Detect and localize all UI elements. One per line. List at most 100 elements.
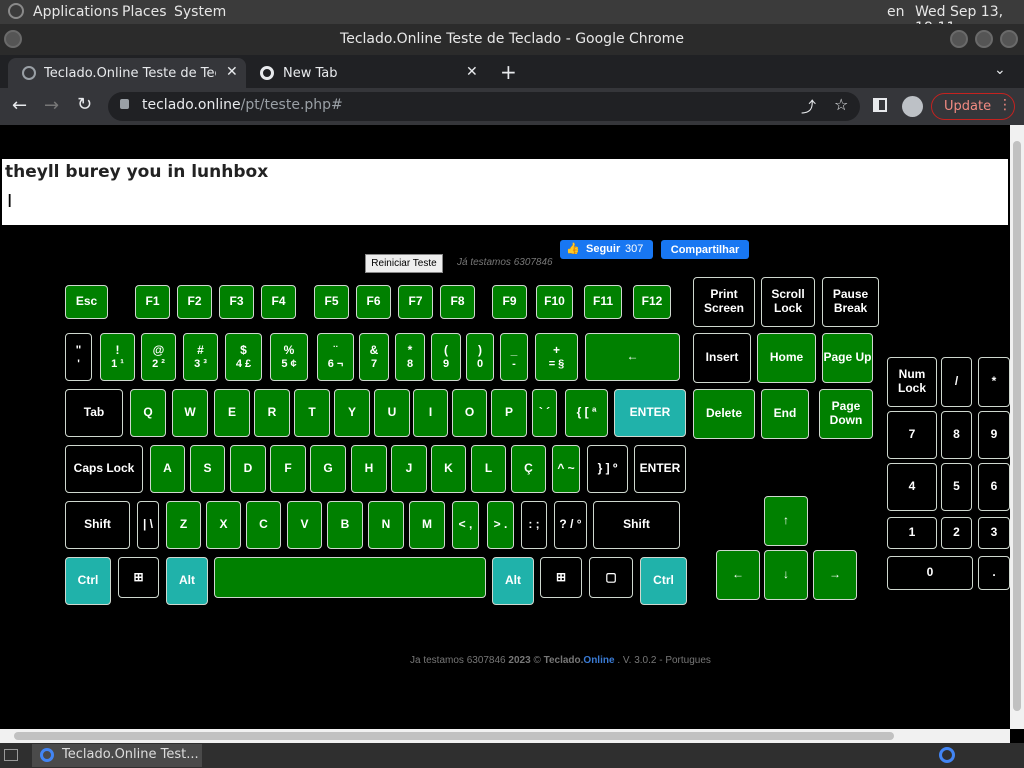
menu-system[interactable]: System: [174, 4, 226, 20]
key-arrow-up[interactable]: ↑: [764, 496, 808, 546]
vertical-scrollbar[interactable]: [1010, 125, 1024, 729]
key-nav-6[interactable]: Delete: [693, 389, 755, 439]
share-icon[interactable]: ⤴: [801, 96, 816, 117]
key-row3-4[interactable]: F: [270, 445, 306, 493]
close-icon[interactable]: ✕: [466, 64, 478, 80]
key-enter[interactable]: ENTER: [614, 389, 686, 437]
key-row2-10[interactable]: P: [491, 389, 527, 437]
close-icon[interactable]: ✕: [226, 64, 238, 80]
tab-teclado[interactable]: Teclado.Online Teste de Tecla ✕: [8, 58, 246, 88]
key-row3-7[interactable]: J: [391, 445, 427, 493]
side-panel-icon[interactable]: [873, 98, 887, 112]
key-numpad-2[interactable]: *: [978, 357, 1010, 407]
key-enter-2[interactable]: ENTER: [634, 445, 686, 493]
key-row2-2[interactable]: W: [172, 389, 208, 437]
key-numpad-8[interactable]: 6: [978, 463, 1010, 511]
key-f4[interactable]: F4: [261, 285, 296, 319]
key-numpad-12[interactable]: 0: [887, 556, 973, 590]
key-row1-6[interactable]: ¨ 6 ¬: [317, 333, 354, 381]
key-row4-8[interactable]: M: [409, 501, 445, 549]
key-row4-11[interactable]: : ;: [521, 501, 547, 549]
key-f8[interactable]: F8: [440, 285, 475, 319]
key-row3-8[interactable]: K: [431, 445, 466, 493]
key-ctrl-right[interactable]: Ctrl: [640, 557, 687, 605]
chevron-down-icon[interactable]: ⌄: [994, 62, 1006, 78]
taskbar-item-chrome[interactable]: Teclado.Online Test...: [32, 744, 202, 767]
tab-new-tab[interactable]: New Tab ✕: [248, 58, 486, 88]
new-tab-button[interactable]: +: [500, 60, 517, 84]
key-alt-left[interactable]: Alt: [166, 557, 208, 605]
minimize-button[interactable]: [950, 30, 968, 48]
key-numpad-1[interactable]: /: [941, 357, 972, 407]
key-row4-9[interactable]: < ,: [452, 501, 479, 549]
menu-places[interactable]: Places: [122, 4, 167, 20]
key-nav-3[interactable]: Insert: [693, 333, 751, 383]
menu-applications[interactable]: Applications: [33, 4, 119, 20]
key-nav-4[interactable]: Home: [757, 333, 816, 383]
close-window-button[interactable]: [1000, 30, 1018, 48]
key-row4-10[interactable]: > .: [487, 501, 514, 549]
key-tab[interactable]: Tab: [65, 389, 123, 437]
key-nav-1[interactable]: Scroll Lock: [761, 277, 815, 327]
key-row4-4[interactable]: C: [246, 501, 281, 549]
key-row2-6[interactable]: Y: [334, 389, 370, 437]
key-row1-5[interactable]: % 5 ¢: [270, 333, 308, 381]
key-row1-4[interactable]: $4 £: [225, 333, 262, 381]
key-row2-1[interactable]: Q: [130, 389, 166, 437]
key-row1-3[interactable]: #3 ³: [183, 333, 218, 381]
key-row1-8[interactable]: * 8: [395, 333, 425, 381]
key-row2-7[interactable]: U: [374, 389, 410, 437]
key-nav-8[interactable]: Page Down: [819, 389, 873, 439]
key-f11[interactable]: F11: [584, 285, 622, 319]
key-esc[interactable]: Esc: [65, 285, 108, 319]
key-row1-1[interactable]: ! 1 ¹: [100, 333, 135, 381]
key-numpad-9[interactable]: 1: [887, 517, 937, 549]
show-desktop-icon[interactable]: [4, 749, 18, 761]
key-f2[interactable]: F2: [177, 285, 212, 319]
key-row1-12[interactable]: + = §: [535, 333, 578, 381]
windows-key-icon-right[interactable]: ⊞: [540, 557, 582, 598]
key-row3-11[interactable]: ^ ~: [552, 445, 580, 493]
key-row1-7[interactable]: & 7: [359, 333, 389, 381]
menu-key-icon[interactable]: ▢: [589, 557, 633, 598]
reload-icon[interactable]: ↻: [77, 94, 92, 115]
key-row2-4[interactable]: R: [254, 389, 290, 437]
key-arrow-right[interactable]: →: [813, 550, 857, 600]
key-nav-5[interactable]: Page Up: [822, 333, 873, 383]
key-row3-12[interactable]: } ] º: [587, 445, 628, 493]
key-row1-10[interactable]: ) 0: [466, 333, 494, 381]
key-row4-5[interactable]: V: [287, 501, 322, 549]
key-numpad-6[interactable]: 4: [887, 463, 937, 511]
tray-chrome-icon[interactable]: [939, 747, 955, 763]
key-f6[interactable]: F6: [356, 285, 391, 319]
key-f5[interactable]: F5: [314, 285, 349, 319]
key-alt-right[interactable]: Alt: [492, 557, 534, 605]
key-space[interactable]: [214, 557, 486, 598]
key-f9[interactable]: F9: [492, 285, 527, 319]
key-row4-3[interactable]: X: [206, 501, 241, 549]
footer-brand[interactable]: Teclado.: [544, 655, 584, 666]
key-row1-9[interactable]: (9: [431, 333, 461, 381]
key-numpad-3[interactable]: 7: [887, 411, 937, 459]
key-arrow-down[interactable]: ↓: [764, 550, 808, 600]
key-numpad-13[interactable]: .: [978, 556, 1010, 590]
back-icon[interactable]: ←: [12, 95, 27, 116]
key-row2-9[interactable]: O: [452, 389, 487, 437]
key-row2-8[interactable]: I: [413, 389, 448, 437]
system-logo-icon[interactable]: [8, 3, 24, 19]
lock-icon[interactable]: [120, 99, 129, 109]
footer-brand-online[interactable]: Online: [583, 655, 614, 666]
key-row1-13[interactable]: ←: [585, 333, 680, 381]
key-row3-6[interactable]: H: [351, 445, 387, 493]
key-row3-9[interactable]: L: [471, 445, 506, 493]
key-row3-2[interactable]: S: [190, 445, 225, 493]
forward-icon[interactable]: →: [44, 95, 59, 116]
profile-avatar-icon[interactable]: [902, 96, 923, 117]
key-caps-lock[interactable]: Caps Lock: [65, 445, 143, 493]
key-row3-5[interactable]: G: [310, 445, 346, 493]
key-f12[interactable]: F12: [633, 285, 671, 319]
update-button[interactable]: Update ⋮: [931, 93, 1015, 120]
key-row3-3[interactable]: D: [230, 445, 266, 493]
key-shift-left[interactable]: Shift: [65, 501, 130, 549]
key-row4-7[interactable]: N: [368, 501, 404, 549]
